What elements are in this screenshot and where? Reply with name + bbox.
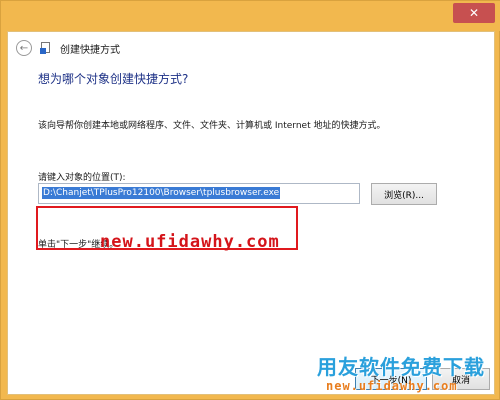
location-label: 请键入对象的位置(T):	[38, 173, 126, 183]
location-input[interactable]: D:\Chanjet\TPlusPro12100\Browser\tplusbr…	[38, 183, 360, 204]
browse-button[interactable]: 浏览(R)...	[371, 183, 437, 205]
watermark-url-center: new.ufidawhy.com	[100, 232, 280, 252]
close-icon: ✕	[468, 6, 480, 20]
close-button[interactable]: ✕	[453, 3, 495, 23]
watermark-brand: 用友软件免费下载	[317, 355, 485, 379]
watermark-url-bottom: new.ufidawhy.com	[326, 379, 458, 393]
wizard-description: 该向导帮你创建本地或网络程序、文件、文件夹、计算机或 Internet 地址的快…	[38, 121, 386, 131]
back-arrow-icon: ←	[19, 42, 29, 54]
back-button[interactable]: ←	[16, 40, 32, 56]
create-shortcut-window: ✕ ← 创建快捷方式 想为哪个对象创建快捷方式? 该向导帮你创建本地或网络程序、…	[0, 0, 500, 400]
location-value: D:\Chanjet\TPlusPro12100\Browser\tplusbr…	[42, 187, 281, 199]
wizard-content: ← 创建快捷方式 想为哪个对象创建快捷方式? 该向导帮你创建本地或网络程序、文件…	[7, 31, 495, 395]
window-title: 创建快捷方式	[60, 44, 120, 56]
page-heading: 想为哪个对象创建快捷方式?	[38, 72, 189, 86]
wizard-nav: ← 创建快捷方式	[16, 38, 120, 58]
title-bar[interactable]: ✕	[1, 1, 500, 31]
shortcut-icon	[40, 42, 52, 54]
